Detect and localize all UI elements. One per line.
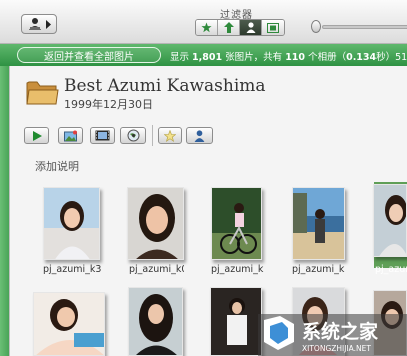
- photo-image: [34, 293, 104, 355]
- album-date[interactable]: 1999年12月30日: [64, 96, 153, 112]
- photo-edit-icon: [63, 130, 77, 141]
- people-icon: [28, 18, 41, 30]
- photo-thumbnail[interactable]: [128, 287, 183, 356]
- film-icon: [267, 22, 279, 33]
- watermark-title: 系统之家: [302, 320, 379, 343]
- person-icon: [246, 22, 255, 33]
- top-toolbar: 过滤器: [0, 0, 407, 44]
- watermark-logo: 系统之家 XITONGZHIJIA.NET: [258, 310, 407, 356]
- add-description-link[interactable]: 添加说明: [35, 158, 79, 174]
- photo-label[interactable]: pj_azumi_k: [375, 264, 407, 275]
- photo-label[interactable]: pj_azumi_k: [211, 264, 266, 275]
- play-icon: [32, 130, 42, 141]
- photo-thumbnail[interactable]: [127, 187, 184, 260]
- filter-starred-button[interactable]: [196, 20, 218, 35]
- load-time: 0.134: [346, 52, 377, 63]
- status-mid-1: 张图片，共有: [225, 52, 283, 63]
- photo-label[interactable]: pj_azumi_k: [292, 264, 347, 275]
- photo-thumbnail[interactable]: [292, 187, 345, 260]
- watermark-graphic: 系统之家 XITONGZHIJIA.NET: [258, 314, 407, 356]
- status-mid-2: 个相册（: [308, 52, 347, 63]
- photo-image: [374, 185, 406, 256]
- star-icon: [201, 22, 212, 33]
- geotag-button[interactable]: [120, 127, 146, 144]
- globe-icon: [127, 129, 139, 142]
- photo-image: [293, 188, 344, 259]
- back-to-all-photos-button[interactable]: 返回并查看全部图片: [17, 47, 161, 63]
- photo-count: 1,801: [192, 52, 223, 63]
- star-outline-icon: [164, 129, 176, 142]
- movie-icon: [95, 130, 110, 141]
- star-album-button[interactable]: [158, 127, 182, 144]
- zoom-slider-thumb[interactable]: [311, 20, 321, 33]
- photo-thumbnail[interactable]: [210, 287, 262, 356]
- status-bar: 返回并查看全部图片 显示 1,801 张图片，共有 110 个相册（0.134秒…: [0, 44, 407, 66]
- person-tag-icon: [194, 129, 205, 142]
- status-prefix: 显示: [170, 52, 190, 63]
- photo-thumbnail[interactable]: [211, 187, 262, 260]
- toolbar-divider: [152, 125, 153, 146]
- chevron-right-icon: [45, 19, 51, 29]
- filter-people-button[interactable]: [240, 20, 262, 35]
- zoom-slider-track[interactable]: [322, 25, 407, 29]
- photo-thumbnail[interactable]: [33, 292, 105, 356]
- status-text: 显示 1,801 张图片，共有 110 个相册（0.134秒）51: [170, 49, 407, 63]
- folder-icon: [26, 81, 59, 105]
- make-movie-button[interactable]: [90, 127, 115, 144]
- photo-image: [212, 188, 261, 259]
- left-stripe: [0, 66, 9, 356]
- filter-uploaded-button[interactable]: [218, 20, 240, 35]
- watermark-url: XITONGZHIJIA.NET: [302, 344, 371, 353]
- arrow-up-icon: [223, 22, 234, 33]
- photo-label[interactable]: pj_azumi_k0: [129, 264, 184, 275]
- photo-thumbnail[interactable]: [373, 184, 407, 257]
- filter-button-group: [195, 19, 285, 36]
- slideshow-button[interactable]: [24, 127, 49, 144]
- album-count: 110: [285, 52, 306, 63]
- photo-image: [44, 188, 99, 259]
- photo-thumbnail[interactable]: [43, 187, 100, 260]
- photo-label[interactable]: pj_azumi_k3: [43, 264, 103, 275]
- album-title[interactable]: Best Azumi Kawashima: [64, 76, 266, 96]
- edit-photo-button[interactable]: [58, 127, 83, 144]
- tag-person-button[interactable]: [186, 127, 213, 144]
- photo-image: [211, 288, 261, 355]
- people-menu-button[interactable]: [21, 14, 57, 34]
- status-tail: 秒）51: [376, 52, 407, 63]
- photo-image: [128, 188, 183, 259]
- photo-image: [129, 288, 182, 355]
- filter-video-button[interactable]: [262, 20, 284, 35]
